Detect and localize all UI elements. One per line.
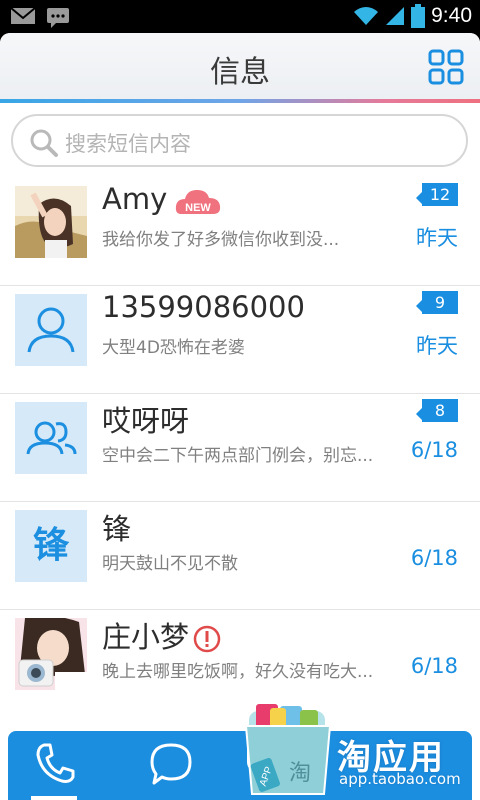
new-badge: NEW	[175, 186, 221, 216]
search-placeholder: 搜索短信内容	[65, 132, 191, 156]
contact-name: 锋	[102, 512, 132, 546]
contact-name-text: Amy	[102, 182, 168, 216]
watermark-url: app.taobao.com	[339, 770, 461, 788]
search-icon	[30, 129, 58, 157]
avatar	[15, 402, 87, 474]
message-date: 6/18	[410, 654, 458, 678]
title-bar: 信息	[0, 33, 480, 99]
message-preview: 晚上去哪里吃饭啊，好久没有吃大...	[102, 662, 374, 682]
phone-icon[interactable]	[30, 739, 80, 789]
contact-name-text: 庄小梦	[102, 620, 190, 654]
contact-name: Amy NEW	[102, 182, 221, 216]
watermark-bag-char: 淘	[289, 761, 311, 786]
message-preview: 空中会二下午两点部门例会，别忘...	[102, 446, 374, 466]
unread-count-badge: 12	[416, 183, 458, 206]
message-date: 6/18	[410, 438, 458, 462]
avatar-initial: 锋	[32, 525, 69, 566]
wifi-icon	[354, 7, 379, 25]
message-preview: 我给你发了好多微信你收到没...	[102, 230, 340, 250]
message-date: 昨天	[416, 334, 458, 358]
clock: 9:40	[431, 4, 472, 27]
message-date: 昨天	[416, 226, 458, 250]
cloud-icon: NEW	[176, 190, 221, 214]
avatar: 锋	[15, 510, 87, 582]
group-icon	[26, 421, 77, 455]
conversation-row[interactable]: 庄小梦 晚上去哪里吃饭啊，好久没有吃大... 6/18	[0, 610, 480, 718]
photo-avatar-girl	[15, 186, 87, 258]
unread-count-badge: 9	[416, 291, 458, 314]
message-preview: 明天鼓山不见不散	[102, 554, 238, 574]
title-divider	[0, 99, 480, 103]
messages-app: 信息 搜索短信内容 Amy NEW 我给你发了好多微信你收到没... 12 昨天…	[0, 33, 480, 800]
mail-icon	[10, 7, 36, 24]
message-preview: 大型4D恐怖在老婆	[102, 338, 245, 358]
contact-name: 哎呀呀	[102, 404, 190, 438]
conversation-row[interactable]: 13599086000 大型4D恐怖在老婆 9 昨天	[0, 286, 480, 394]
contact-name: 13599086000	[102, 290, 305, 324]
page-title: 信息	[210, 55, 270, 90]
conversation-row[interactable]: Amy NEW 我给你发了好多微信你收到没... 12 昨天	[0, 178, 480, 286]
avatar	[15, 294, 87, 366]
grid-menu-icon[interactable]	[428, 49, 464, 85]
conversation-row[interactable]: 锋 锋 明天鼓山不见不散 6/18	[0, 502, 480, 610]
status-bar: 9:40	[0, 0, 480, 33]
alert-icon	[193, 625, 221, 653]
photo-avatar-girl-camera	[15, 618, 87, 690]
chat-icon[interactable]	[146, 739, 196, 789]
message-icon	[47, 8, 69, 28]
new-tag-text: NEW	[185, 202, 211, 214]
battery-icon	[411, 4, 426, 28]
message-date: 6/18	[410, 546, 458, 570]
person-icon	[27, 307, 75, 353]
active-tab-indicator	[31, 796, 77, 800]
contact-name: 庄小梦	[102, 614, 221, 656]
search-input[interactable]: 搜索短信内容	[11, 114, 468, 167]
avatar	[15, 186, 87, 258]
unread-count-badge: 8	[416, 399, 458, 422]
signal-icon	[386, 7, 405, 25]
conversation-row[interactable]: 哎呀呀 空中会二下午两点部门例会，别忘... 8 6/18	[0, 394, 480, 502]
avatar	[15, 618, 87, 690]
